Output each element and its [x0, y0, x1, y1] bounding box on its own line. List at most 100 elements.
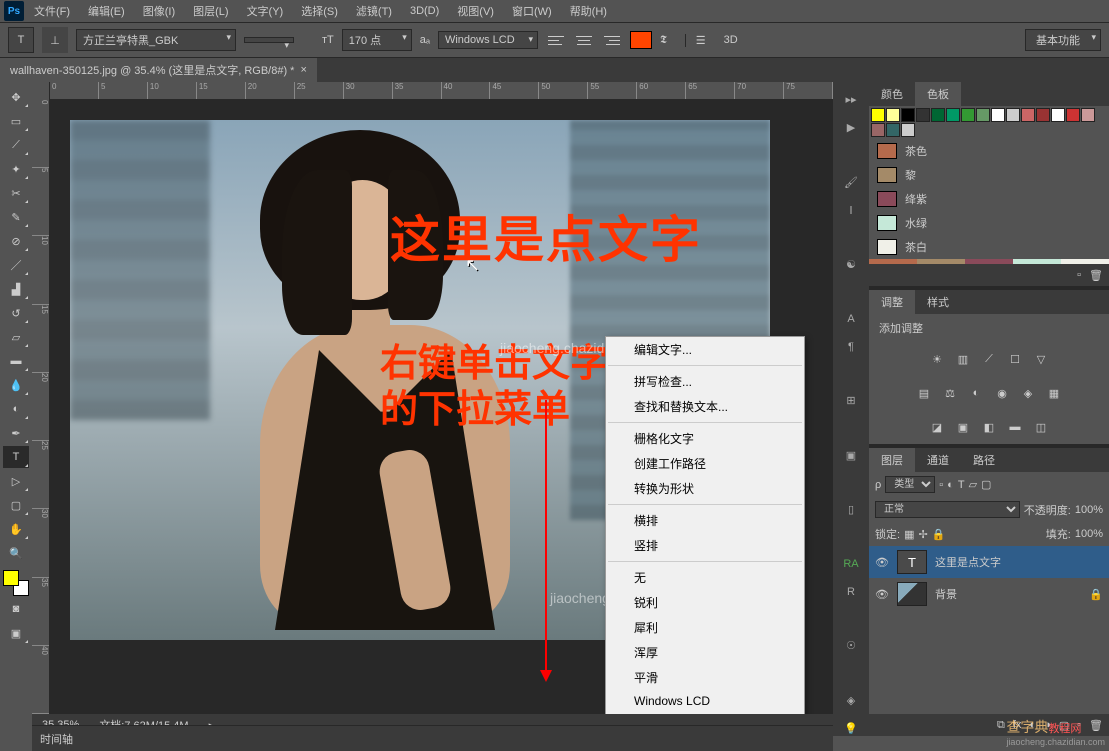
brightness-icon[interactable]: ☀ — [928, 350, 946, 368]
photo-filter-icon[interactable]: ◉ — [993, 384, 1011, 402]
swatch[interactable] — [961, 108, 975, 122]
gradient-tool[interactable]: ▬ — [3, 350, 29, 372]
color-picker[interactable] — [3, 570, 29, 596]
swatch[interactable] — [886, 108, 900, 122]
brush-panel-icon[interactable]: 🖌 — [840, 174, 862, 190]
link-layers-icon[interactable]: ⧉ — [997, 719, 1005, 732]
quickmask-button[interactable]: ◙ — [3, 598, 29, 620]
actions-panel-icon[interactable]: ▶ — [840, 120, 862, 136]
zoom-tool[interactable]: 🔍 — [3, 542, 29, 564]
text-color-swatch[interactable] — [630, 31, 652, 49]
close-tab-icon[interactable]: × — [300, 64, 306, 76]
swatch-row[interactable]: 茶白 — [869, 235, 1109, 259]
gradient-map-icon[interactable]: ▬ — [1006, 418, 1024, 436]
history-brush-tool[interactable]: ↺ — [3, 302, 29, 324]
ctx-horizontal[interactable]: 横排 — [606, 508, 804, 533]
layer-filter-select[interactable]: 类型 — [885, 476, 935, 493]
ctx-aa-none[interactable]: 无 — [606, 565, 804, 590]
document-tab[interactable]: wallhaven-350125.jpg @ 35.4% (这里是点文字, RG… — [0, 58, 317, 82]
swatch-row[interactable]: 黎 — [869, 163, 1109, 187]
blur-tool[interactable]: 💧 — [3, 374, 29, 396]
swatch[interactable] — [1051, 108, 1065, 122]
lookup-icon[interactable]: ▦ — [1045, 384, 1063, 402]
stamp-tool[interactable]: ▟ — [3, 278, 29, 300]
layer-visibility-icon[interactable]: 👁 — [875, 556, 889, 569]
bw-icon[interactable]: ◐ — [967, 384, 985, 402]
align-left-button[interactable] — [546, 32, 566, 48]
filter-adjust-icon[interactable]: ◐ — [947, 479, 954, 491]
menu-help[interactable]: 帮助(H) — [562, 0, 615, 22]
filter-image-icon[interactable]: ▫ — [939, 479, 943, 491]
hand-tool[interactable]: ✋ — [3, 518, 29, 540]
swatch-row[interactable]: 水绿 — [869, 211, 1109, 235]
ctx-find-replace[interactable]: 查找和替换文本... — [606, 394, 804, 419]
ctx-aa-crisp[interactable]: 犀利 — [606, 615, 804, 640]
ctx-aa-windowslcd[interactable]: Windows LCD — [606, 690, 804, 712]
exposure-icon[interactable]: ☐ — [1006, 350, 1024, 368]
threshold-icon[interactable]: ◧ — [980, 418, 998, 436]
layer-row-background[interactable]: 👁 背景 🔒 — [869, 578, 1109, 610]
new-swatch-icon[interactable]: ▫ — [1077, 269, 1081, 281]
character-panel-icon[interactable]: A — [840, 311, 862, 327]
layer-visibility-icon[interactable]: 👁 — [875, 588, 889, 601]
swatch[interactable] — [1081, 108, 1095, 122]
levels-icon[interactable]: ▥ — [954, 350, 972, 368]
swatch[interactable] — [976, 108, 990, 122]
layers-tab[interactable]: 图层 — [869, 448, 915, 472]
adjustments-tab[interactable]: 调整 — [869, 290, 915, 314]
swatch[interactable] — [1006, 108, 1020, 122]
swatch[interactable] — [991, 108, 1005, 122]
move-tool[interactable]: ✥ — [3, 86, 29, 108]
workspace-select[interactable]: 基本功能 — [1025, 29, 1101, 51]
delete-swatch-icon[interactable]: 🗑 — [1089, 269, 1103, 282]
layer-name[interactable]: 这里是点文字 — [935, 554, 1001, 570]
healing-tool[interactable]: ⊘ — [3, 230, 29, 252]
swatch[interactable] — [946, 108, 960, 122]
menu-filter[interactable]: 滤镜(T) — [348, 0, 400, 22]
menu-3d[interactable]: 3D(D) — [402, 2, 447, 20]
ctx-vertical[interactable]: 竖排 — [606, 533, 804, 558]
font-size-select[interactable]: 170 点 — [342, 29, 412, 51]
magic-wand-tool[interactable]: ✦ — [3, 158, 29, 180]
shape-tool[interactable]: ▢ — [3, 494, 29, 516]
font-family-select[interactable]: 方正兰亭特黑_GBK — [76, 29, 236, 51]
layers-panel-icon[interactable]: ◈ — [840, 692, 862, 708]
lasso-tool[interactable]: ⟋ — [3, 134, 29, 156]
swatch[interactable] — [901, 123, 915, 137]
character-panel-button[interactable]: ☰ — [685, 34, 706, 47]
align-right-button[interactable] — [602, 32, 622, 48]
posterize-icon[interactable]: ▣ — [954, 418, 972, 436]
properties-panel-icon[interactable]: R — [840, 584, 862, 600]
marquee-tool[interactable]: ▭ — [3, 110, 29, 132]
layer-name[interactable]: 背景 — [935, 586, 957, 602]
swatch[interactable] — [1036, 108, 1050, 122]
ctx-convert-shape[interactable]: 转换为形状 — [606, 476, 804, 501]
ctx-aa-sharp[interactable]: 锐利 — [606, 590, 804, 615]
brush-tool[interactable]: ／ — [3, 254, 29, 276]
swatch[interactable] — [871, 123, 885, 137]
swatch[interactable] — [1066, 108, 1080, 122]
ctx-aa-smooth[interactable]: 平滑 — [606, 665, 804, 690]
antialiasing-select[interactable]: Windows LCD — [438, 31, 538, 49]
warp-text-button[interactable]: 𝕿 — [660, 34, 667, 47]
swatch[interactable] — [1021, 108, 1035, 122]
info-panel-icon[interactable]: ☉ — [840, 638, 862, 654]
canvas-point-text[interactable]: 这里是点文字 — [390, 200, 702, 272]
invert-icon[interactable]: ◪ — [928, 418, 946, 436]
ctx-rasterize[interactable]: 栅格化文字 — [606, 426, 804, 451]
menu-window[interactable]: 窗口(W) — [504, 0, 560, 22]
fill-value[interactable]: 100% — [1075, 528, 1103, 540]
lock-all-icon[interactable]: 🔒 — [932, 528, 946, 541]
paragraph-panel-icon[interactable]: ¶ — [840, 339, 862, 355]
swatches-tab[interactable]: 色板 — [915, 82, 961, 106]
align-center-button[interactable] — [574, 32, 594, 48]
swatch[interactable] — [901, 108, 915, 122]
3d-panel-icon[interactable]: ▣ — [840, 447, 862, 463]
brush-presets-icon[interactable]: Ⅰ — [840, 202, 862, 218]
3d-button[interactable]: 3D — [724, 34, 738, 46]
opacity-value[interactable]: 100% — [1075, 504, 1103, 516]
timeline-label[interactable]: 时间轴 — [40, 731, 73, 747]
filter-shape-icon[interactable]: ▱ — [969, 478, 977, 491]
screenmode-button[interactable]: ▣ — [3, 622, 29, 644]
hue-icon[interactable]: ▤ — [915, 384, 933, 402]
